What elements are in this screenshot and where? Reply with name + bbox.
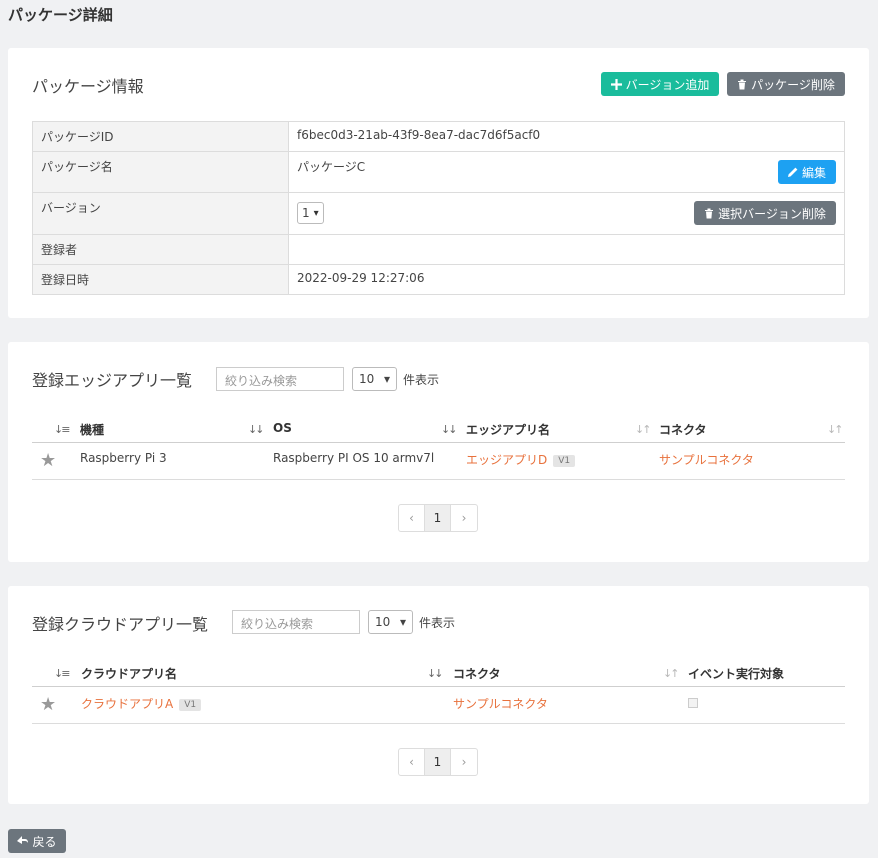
add-version-button[interactable]: バージョン追加 [601,72,719,96]
delete-package-button[interactable]: パッケージ削除 [727,72,845,96]
version-cell: 1 ▾ 選択バージョン削除 [288,192,845,235]
back-arrow-icon [17,836,29,844]
edit-label: 編集 [801,165,826,180]
cloud-apps-pagination: ‹ 1 › [398,748,478,776]
delete-package-label: パッケージ削除 [751,77,835,92]
row-model: Raspberry Pi 3 [80,451,167,465]
table-row: ★ Raspberry Pi 3 Raspberry PI OS 10 armv… [32,444,845,480]
row-os: Raspberry PI OS 10 armv7l [273,451,435,465]
column-connector[interactable]: コネクタ [453,665,501,682]
chevron-down-icon: ▾ [399,615,406,629]
column-cloud-app[interactable]: クラウドアプリ名 [81,665,177,682]
registrant-value [288,234,845,265]
sort-icon[interactable]: ↓↑ [663,667,680,680]
delete-selected-version-button[interactable]: 選択バージョン削除 [694,201,836,225]
edge-apps-per-page-label: 件表示 [403,373,440,387]
cloud-apps-per-page-select[interactable]: 10 ▾ [368,610,413,634]
next-page-button[interactable]: › [451,749,477,775]
column-edge-app[interactable]: エッジアプリ名 [466,421,550,438]
sort-icon[interactable]: ↓↓ [441,423,458,436]
cloud-apps-table-header: ↓≡ クラウドアプリ名 ↓↓ コネクタ ↓↑ イベント実行対象 [32,661,845,687]
edge-apps-title: 登録エッジアプリ一覧 [32,371,193,390]
star-icon[interactable]: ★ [40,450,56,471]
package-info-card: パッケージ情報 バージョン追加 パッケージ削除 パッケージID f6bec0d3… [8,48,869,318]
package-name-label: パッケージ名 [32,151,289,193]
sort-icon[interactable]: ↓≡ [54,423,71,436]
pencil-icon [787,167,798,177]
plus-icon [610,78,622,90]
back-button[interactable]: 戻る [8,829,66,853]
connector-link[interactable]: サンプルコネクタ [659,451,754,468]
current-page[interactable]: 1 [425,505,451,531]
cloud-apps-per-page-value: 10 [375,615,391,629]
prev-page-button[interactable]: ‹ [399,749,425,775]
current-page[interactable]: 1 [425,749,451,775]
column-model[interactable]: 機種 [80,421,104,438]
sort-icon[interactable]: ↓↓ [427,667,444,680]
row-cloud-app-cell: クラウドアプリA V1 [81,695,202,712]
event-target-checkbox[interactable] [688,697,698,711]
chevron-down-icon: ▾ [313,207,319,219]
edge-apps-search-input[interactable]: 絞り込み検索 [216,367,344,391]
cloud-apps-title: 登録クラウドアプリ一覧 [32,615,209,634]
page-title: パッケージ詳細 [8,6,113,24]
row-edge-app-cell: エッジアプリD V1 [466,451,576,468]
checkbox-box [688,698,698,708]
package-name-value: パッケージC [297,160,366,174]
star-icon[interactable]: ★ [40,694,56,715]
column-event-target[interactable]: イベント実行対象 [688,665,784,682]
sort-icon[interactable]: ↓≡ [54,667,71,680]
sort-icon[interactable]: ↓↓ [248,423,265,436]
sort-icon[interactable]: ↓↑ [635,423,652,436]
prev-page-button[interactable]: ‹ [399,505,425,531]
edge-app-link[interactable]: エッジアプリD [466,453,547,467]
connector-link[interactable]: サンプルコネクタ [453,695,548,712]
edge-apps-pagination: ‹ 1 › [398,504,478,532]
package-id-label: パッケージID [32,121,289,152]
edge-apps-per-page-value: 10 [359,372,375,386]
chevron-down-icon: ▾ [383,372,390,386]
row-registered-at: 登録日時 2022-09-29 12:27:06 [32,264,845,295]
delete-selected-version-label: 選択バージョン削除 [718,206,826,221]
package-id-value: f6bec0d3-21ab-43f9-8ea7-dac7d6f5acf0 [288,121,845,152]
edge-apps-table-header: ↓≡ 機種 ↓↓ OS ↓↓ エッジアプリ名 ↓↑ コネクタ ↓↑ [32,417,845,443]
version-badge: V1 [553,454,576,467]
version-badge: V1 [179,698,202,711]
row-package-id: パッケージID f6bec0d3-21ab-43f9-8ea7-dac7d6f5… [32,121,845,152]
package-name-cell: パッケージC 編集 [288,151,845,193]
next-page-button[interactable]: › [451,505,477,531]
cloud-apps-search-input[interactable]: 絞り込み検索 [232,610,360,634]
registered-at-value: 2022-09-29 12:27:06 [288,264,845,295]
back-label: 戻る [32,834,57,849]
edit-button[interactable]: 編集 [778,160,836,184]
trash-icon [738,79,747,89]
column-connector[interactable]: コネクタ [659,421,707,438]
package-info-title: パッケージ情報 [32,77,144,96]
cloud-apps-per-page-label: 件表示 [419,616,456,630]
row-package-name: パッケージ名 パッケージC 編集 [32,151,845,193]
trash-icon [705,208,714,218]
package-info-table: パッケージID f6bec0d3-21ab-43f9-8ea7-dac7d6f5… [32,121,845,295]
table-row: ★ クラウドアプリA V1 サンプルコネクタ [32,688,845,724]
edge-apps-per-page-select[interactable]: 10 ▾ [352,367,397,391]
edge-apps-card: 登録エッジアプリ一覧 絞り込み検索 10 ▾ 件表示 ↓≡ 機種 ↓↓ OS ↓… [8,342,869,562]
registrant-label: 登録者 [32,234,289,265]
sort-icon[interactable]: ↓↑ [827,423,844,436]
cloud-app-link[interactable]: クラウドアプリA [81,697,173,711]
row-version: バージョン 1 ▾ 選択バージョン削除 [32,192,845,235]
column-os[interactable]: OS [273,421,292,435]
add-version-label: バージョン追加 [625,77,710,92]
version-label: バージョン [32,192,289,235]
registered-at-label: 登録日時 [32,264,289,295]
cloud-apps-card: 登録クラウドアプリ一覧 絞り込み検索 10 ▾ 件表示 ↓≡ クラウドアプリ名 … [8,586,869,804]
version-selected: 1 [302,206,310,220]
version-select[interactable]: 1 ▾ [297,202,324,224]
row-registrant: 登録者 [32,234,845,265]
